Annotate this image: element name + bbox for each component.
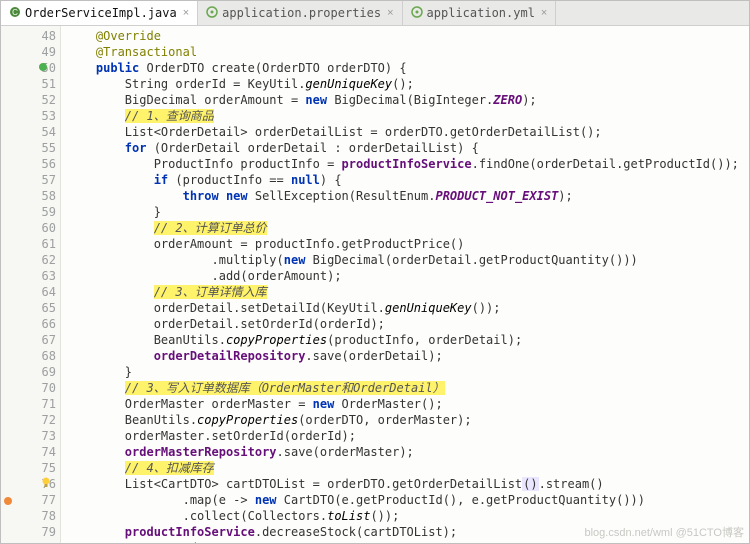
line-number: 71 <box>1 396 56 412</box>
line-number: 54 <box>1 124 56 140</box>
editor-tabs: C OrderServiceImpl.java × application.pr… <box>1 1 749 26</box>
line-number: 63 <box>1 268 56 284</box>
class-icon: C <box>9 6 21 21</box>
line-number: 52 <box>1 92 56 108</box>
comment-highlight: // 3、订单详情入库 <box>154 285 267 299</box>
caret-highlight: () <box>522 477 538 491</box>
line-number: 65 <box>1 300 56 316</box>
line-number: 68 <box>1 348 56 364</box>
tab-label: application.yml <box>427 6 535 20</box>
tab-orderserviceimpl[interactable]: C OrderServiceImpl.java × <box>1 1 198 25</box>
line-number: 57 <box>1 172 56 188</box>
line-number: 49 <box>1 44 56 60</box>
code-editor: C OrderServiceImpl.java × application.pr… <box>0 0 750 544</box>
code-text[interactable]: @Override @Transactional public OrderDTO… <box>61 26 749 543</box>
line-number: 66 <box>1 316 56 332</box>
svg-text:C: C <box>12 8 18 17</box>
line-number: 62 <box>1 252 56 268</box>
line-number: 73 <box>1 428 56 444</box>
watermark: blog.csdn.net/wml @51CTO博客 <box>584 524 744 540</box>
annotation: @Transactional <box>96 45 197 59</box>
gear-icon <box>411 6 423 21</box>
tab-label: application.properties <box>222 6 381 20</box>
line-number: 56 <box>1 156 56 172</box>
close-icon[interactable]: × <box>387 7 393 19</box>
tab-application-yml[interactable]: application.yml × <box>403 1 557 25</box>
override-gutter-icon[interactable] <box>39 63 47 71</box>
tab-application-properties[interactable]: application.properties × <box>198 1 402 25</box>
line-number: 74 <box>1 444 56 460</box>
line-number: 70 <box>1 380 56 396</box>
comment-highlight: // 3、写入订单数据库（OrderMaster和OrderDetail） <box>125 381 445 395</box>
line-number: 79 <box>1 524 56 540</box>
line-number: 51 <box>1 76 56 92</box>
line-number: 76 <box>1 476 56 492</box>
implements-gutter-icon[interactable] <box>3 494 13 504</box>
line-number: 72 <box>1 412 56 428</box>
tab-label: OrderServiceImpl.java <box>25 6 177 20</box>
line-number: 58 <box>1 188 56 204</box>
code-area[interactable]: 4849505152535455565758596061626364656667… <box>1 26 749 543</box>
comment-highlight: // 2、计算订单总价 <box>154 221 267 235</box>
line-number: 80 <box>1 540 56 543</box>
line-number: 48 <box>1 28 56 44</box>
line-number: 50 <box>1 60 56 76</box>
gear-icon <box>206 6 218 21</box>
bulb-icon[interactable] <box>41 477 51 489</box>
line-number: 64 <box>1 284 56 300</box>
line-number-gutter: 4849505152535455565758596061626364656667… <box>1 26 61 543</box>
line-number: 77 <box>1 492 56 508</box>
comment-highlight: // 1、查询商品 <box>125 109 214 123</box>
line-number: 59 <box>1 204 56 220</box>
line-number: 53 <box>1 108 56 124</box>
line-number: 55 <box>1 140 56 156</box>
close-icon[interactable]: × <box>541 7 547 19</box>
line-number: 67 <box>1 332 56 348</box>
line-number: 61 <box>1 236 56 252</box>
annotation: @Override <box>96 29 161 43</box>
line-number: 69 <box>1 364 56 380</box>
line-number: 78 <box>1 508 56 524</box>
line-number: 75 <box>1 460 56 476</box>
line-number: 60 <box>1 220 56 236</box>
comment-highlight: // 4、扣减库存 <box>125 461 214 475</box>
close-icon[interactable]: × <box>183 7 189 19</box>
